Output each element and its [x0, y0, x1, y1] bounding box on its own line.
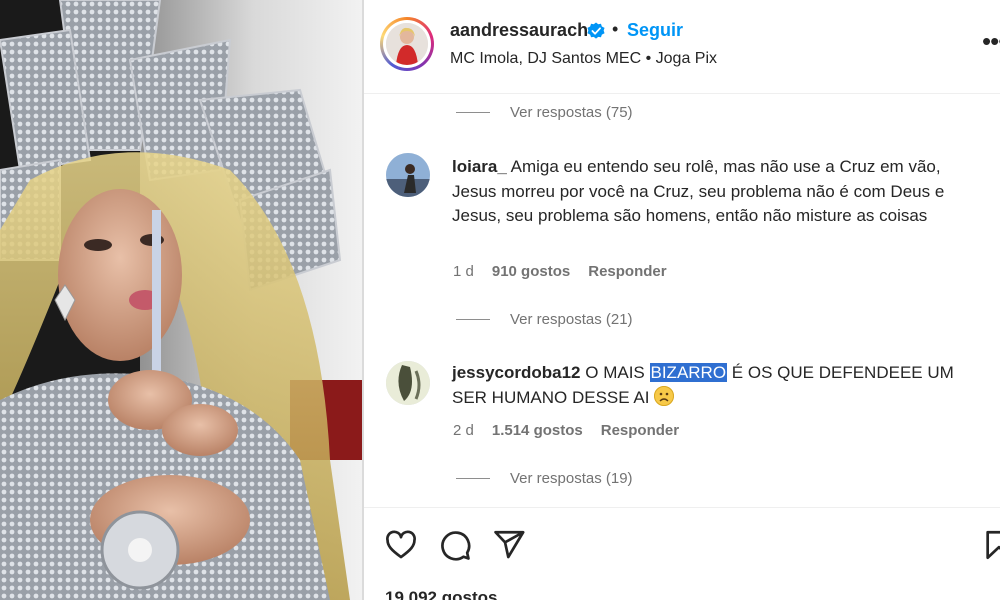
- author-avatar[interactable]: [380, 17, 434, 71]
- post-panel: aandressaurach • Seguir MC Imola, DJ San…: [364, 0, 1000, 600]
- replies-line: [456, 477, 490, 479]
- share-icon[interactable]: [492, 528, 526, 562]
- view-replies-button[interactable]: Ver respostas (75): [456, 100, 633, 124]
- comment-meta: 1 d 910 gostos Responder: [453, 263, 667, 280]
- sad-face-emoji-icon: [654, 385, 675, 406]
- more-options-icon[interactable]: •••: [982, 26, 1000, 57]
- comments-list[interactable]: Ver respostas (75) loiara_ Amiga eu ente…: [364, 95, 1000, 507]
- view-replies-label: Ver respostas (75): [510, 103, 633, 121]
- post-media[interactable]: [0, 0, 362, 600]
- likes-count[interactable]: 19 092 gostos: [385, 588, 497, 600]
- bookmark-icon[interactable]: [982, 528, 1000, 562]
- comment-username[interactable]: jessycordoba12: [452, 363, 581, 382]
- comment-avatar[interactable]: [386, 361, 430, 405]
- comment-likes[interactable]: 1.514 gostos: [492, 422, 583, 439]
- comment-time: 2 d: [453, 422, 474, 439]
- comment-time: 1 d: [453, 263, 474, 280]
- reply-button[interactable]: Responder: [601, 422, 679, 439]
- comment-likes[interactable]: 910 gostos: [492, 263, 570, 280]
- replies-line: [456, 318, 490, 320]
- view-replies-label: Ver respostas (21): [510, 310, 633, 328]
- author-avatar-image: [386, 23, 428, 65]
- heart-icon[interactable]: [384, 528, 418, 562]
- comment-username[interactable]: loiara_: [452, 157, 507, 176]
- author-username[interactable]: aandressaurach: [450, 20, 588, 41]
- view-replies-label: Ver respostas (19): [510, 469, 633, 487]
- comment-body: jessycordoba12 O MAIS BIZARRO É OS QUE D…: [452, 361, 982, 410]
- selected-text-highlight: BIZARRO: [649, 363, 728, 382]
- verified-badge-icon: [587, 22, 605, 39]
- comment-text-start: O MAIS: [585, 363, 645, 382]
- separator-dot: •: [612, 19, 619, 39]
- post-header: aandressaurach • Seguir MC Imola, DJ San…: [364, 0, 1000, 94]
- post-photo: [0, 0, 362, 600]
- comment-body: loiara_ Amiga eu entendo seu rolê, mas n…: [452, 155, 982, 229]
- replies-line: [456, 111, 490, 113]
- comment-meta: 2 d 1.514 gostos Responder: [453, 422, 679, 439]
- follow-button[interactable]: Seguir: [627, 20, 683, 41]
- view-replies-button[interactable]: Ver respostas (21): [456, 307, 633, 331]
- comment-icon[interactable]: [438, 528, 472, 562]
- action-bar: 19 092 gostos: [364, 507, 1000, 600]
- audio-track[interactable]: MC Imola, DJ Santos MEC • Joga Pix: [450, 50, 717, 68]
- comment-text: Amiga eu entendo seu rolê, mas não use a…: [452, 157, 945, 225]
- comment-avatar[interactable]: [386, 153, 430, 197]
- view-replies-button[interactable]: Ver respostas (19): [456, 466, 633, 490]
- reply-button[interactable]: Responder: [588, 263, 666, 280]
